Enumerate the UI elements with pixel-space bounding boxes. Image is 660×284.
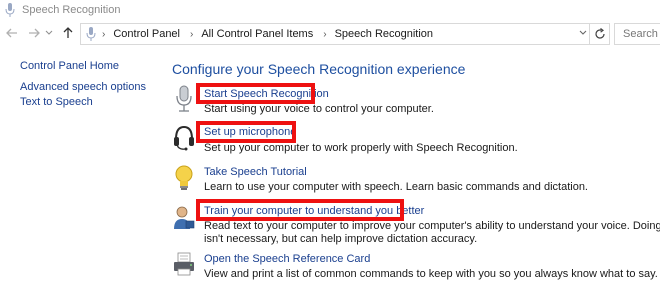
microphone-icon bbox=[5, 3, 15, 17]
chevron-down-icon[interactable] bbox=[579, 30, 587, 36]
forward-button[interactable] bbox=[26, 25, 42, 41]
sidebar: Control Panel Home Advanced speech optio… bbox=[20, 60, 146, 108]
task-description: Start using your voice to control your c… bbox=[204, 103, 434, 115]
up-arrow-icon bbox=[63, 27, 73, 38]
breadcrumb-control-panel[interactable]: Control Panel bbox=[113, 28, 180, 40]
sidebar-item-advanced-speech-options[interactable]: Advanced speech options bbox=[20, 81, 146, 93]
chevron-down-icon bbox=[45, 30, 53, 35]
task-description: Read text to your computer to improve yo… bbox=[204, 220, 660, 232]
breadcrumb-all-items[interactable]: All Control Panel Items bbox=[201, 28, 313, 40]
headset-icon bbox=[174, 125, 194, 151]
task-description: Learn to use your computer with speech. … bbox=[204, 181, 588, 193]
breadcrumb-separator: › bbox=[102, 28, 106, 40]
microphone-icon bbox=[86, 27, 96, 41]
open-speech-reference-card-link[interactable]: Open the Speech Reference Card bbox=[204, 253, 370, 265]
highlight-box bbox=[196, 121, 296, 143]
user-training-icon bbox=[174, 206, 195, 229]
back-arrow-icon bbox=[6, 28, 17, 38]
refresh-button[interactable] bbox=[589, 24, 609, 44]
search-input[interactable]: Search Co bbox=[614, 23, 660, 45]
task-description-continued: isn't necessary, but can help improve di… bbox=[204, 233, 478, 245]
highlight-box bbox=[196, 83, 315, 104]
microphone-icon bbox=[176, 85, 192, 112]
breadcrumb-speech-recognition[interactable]: Speech Recognition bbox=[335, 28, 433, 40]
address-bar[interactable]: › Control Panel › All Control Panel Item… bbox=[80, 23, 610, 45]
sidebar-item-control-panel-home[interactable]: Control Panel Home bbox=[20, 60, 146, 72]
take-speech-tutorial-link[interactable]: Take Speech Tutorial bbox=[204, 166, 307, 178]
back-button[interactable] bbox=[4, 25, 20, 41]
refresh-icon bbox=[594, 28, 605, 39]
task-description: Set up your computer to work properly wi… bbox=[204, 142, 518, 154]
forward-arrow-icon bbox=[29, 28, 40, 38]
highlight-box bbox=[196, 199, 404, 221]
breadcrumb-separator: › bbox=[190, 28, 194, 40]
window-title: Speech Recognition bbox=[22, 4, 121, 16]
recent-locations-button[interactable] bbox=[44, 25, 54, 41]
printer-icon bbox=[174, 252, 194, 276]
up-button[interactable] bbox=[60, 25, 76, 41]
navigation-bar: › Control Panel › All Control Panel Item… bbox=[0, 22, 660, 46]
lightbulb-icon bbox=[175, 165, 193, 190]
page-title: Configure your Speech Recognition experi… bbox=[172, 61, 466, 77]
task-description: View and print a list of common commands… bbox=[204, 268, 658, 280]
sidebar-item-text-to-speech[interactable]: Text to Speech bbox=[20, 96, 146, 108]
breadcrumb-separator: › bbox=[323, 28, 327, 40]
title-bar: Speech Recognition bbox=[0, 0, 660, 20]
